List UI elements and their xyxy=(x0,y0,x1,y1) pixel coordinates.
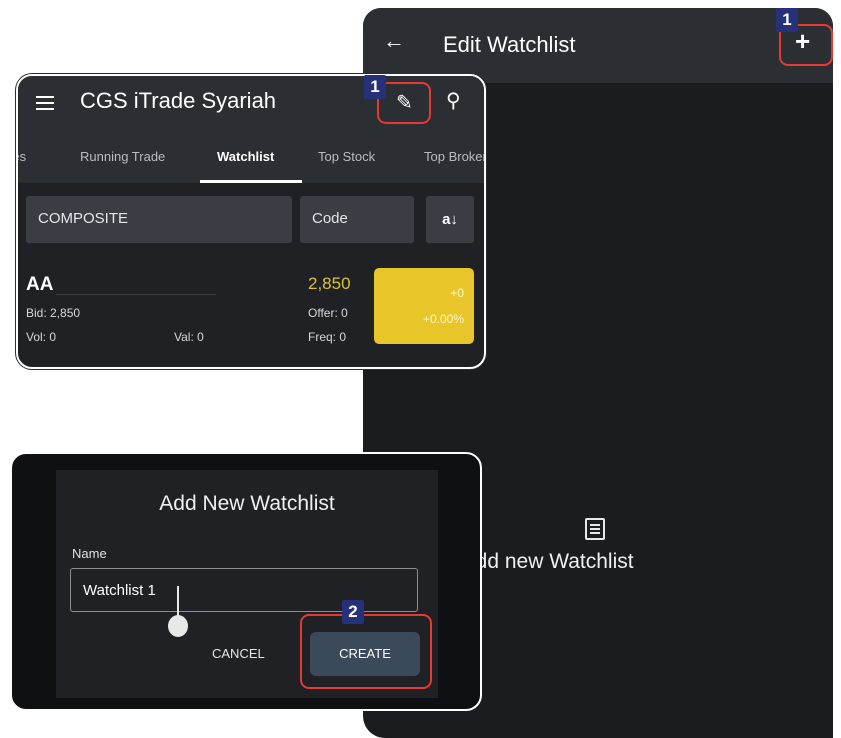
bid-value: Bid: 2,850 xyxy=(26,306,81,320)
hamburger-icon[interactable] xyxy=(36,96,54,114)
watchlist-name-input[interactable] xyxy=(70,568,418,612)
tab-top-stock[interactable]: Top Stock xyxy=(318,149,375,164)
sort-az-icon[interactable]: a↓ xyxy=(426,196,474,243)
tab-top-broker[interactable]: Top Broker xyxy=(424,149,484,164)
change-value: +0 xyxy=(450,286,464,300)
index-select-value: COMPOSITE xyxy=(38,210,129,227)
stock-name-placeholder xyxy=(56,294,216,295)
text-cursor xyxy=(177,586,179,616)
stock-price: 2,850 xyxy=(308,274,351,293)
tab-prices[interactable]: Prices xyxy=(18,149,26,164)
freq-value: Freq: 0 xyxy=(308,330,347,344)
change-percent: +0.00% xyxy=(422,312,464,326)
edit-watchlist-appbar: ← Edit Watchlist + xyxy=(363,8,833,83)
search-icon[interactable]: ⚲ xyxy=(446,88,461,113)
edit-watchlist-title: Edit Watchlist xyxy=(443,32,576,57)
dialog-title: Add New Watchlist xyxy=(159,492,335,515)
offer-value: Offer: 0 xyxy=(308,306,348,320)
step-badge-1-add: 1 xyxy=(776,8,798,32)
name-field-label: Name xyxy=(72,546,107,561)
list-icon xyxy=(585,518,605,540)
index-select[interactable]: COMPOSITE xyxy=(26,196,292,243)
app-title: CGS iTrade Syariah xyxy=(80,88,277,113)
step-badge-2: 2 xyxy=(342,600,364,624)
create-button-highlight xyxy=(300,614,432,689)
change-badge: +0 +0.00% xyxy=(374,268,474,344)
tab-running-trade[interactable]: Running Trade xyxy=(80,149,165,164)
stock-code: AA xyxy=(26,274,54,295)
cancel-button[interactable]: CANCEL xyxy=(212,646,265,661)
cursor-handle[interactable] xyxy=(168,615,188,637)
sort-select-value: Code xyxy=(312,210,348,227)
tab-watchlist[interactable]: Watchlist xyxy=(217,149,274,164)
sort-select[interactable]: Code xyxy=(300,196,414,243)
tab-bar: Prices Running Trade Watchlist Top Stock… xyxy=(18,131,484,183)
arrow-left-icon[interactable]: ← xyxy=(383,28,405,54)
tab-indicator xyxy=(200,180,302,183)
vol-value: Vol: 0 xyxy=(26,330,57,344)
step-badge-1-edit: 1 xyxy=(364,75,386,99)
val-value: Val: 0 xyxy=(174,330,204,344)
